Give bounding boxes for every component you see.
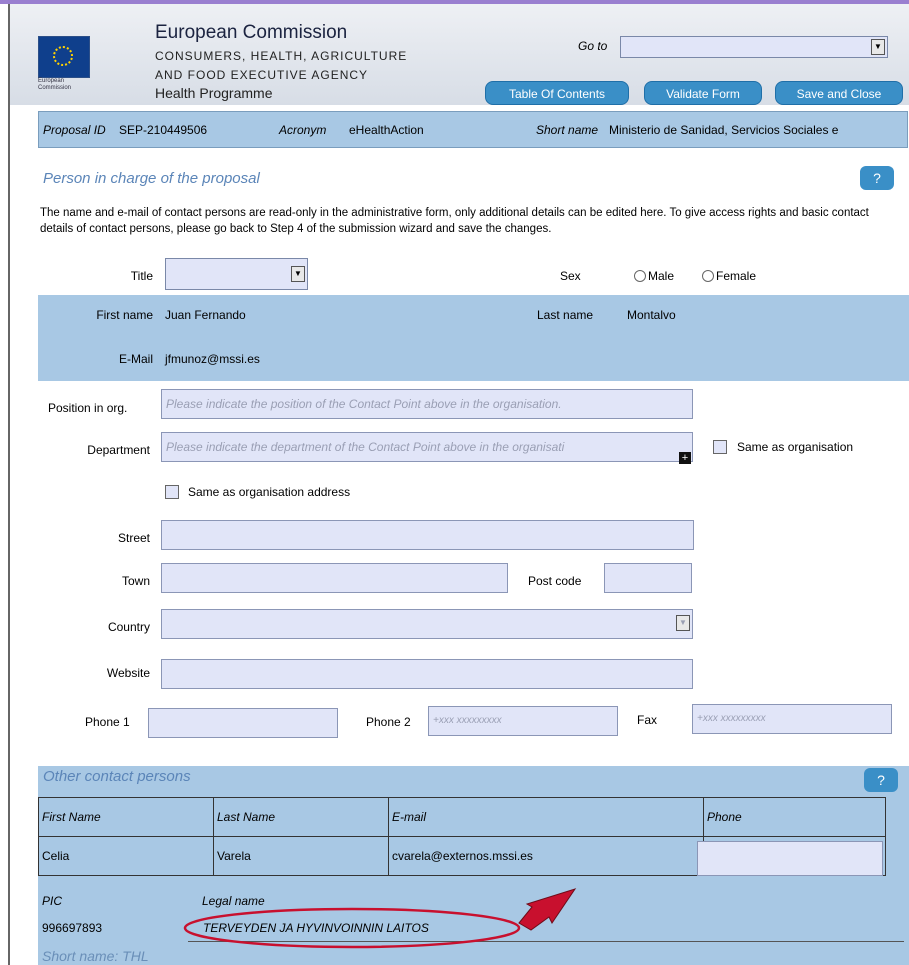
annotation-arrow-icon — [518, 888, 577, 931]
highlight-ellipse — [183, 907, 521, 949]
annotation-overlay — [183, 888, 577, 949]
